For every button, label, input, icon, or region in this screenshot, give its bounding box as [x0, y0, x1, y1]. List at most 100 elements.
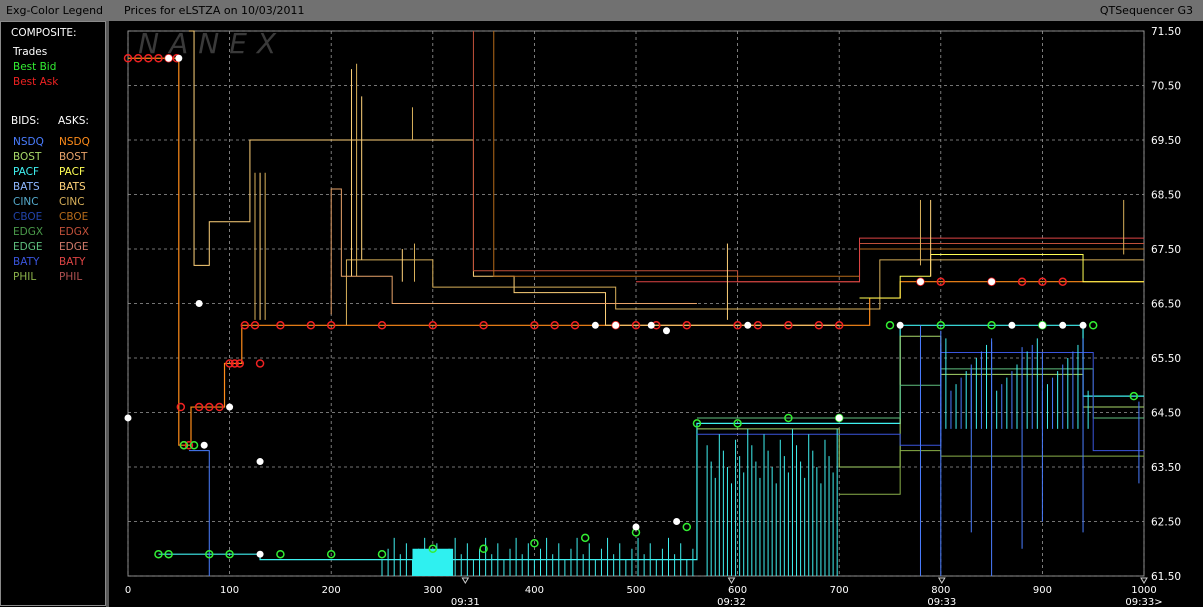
marker-trade	[256, 550, 264, 558]
y-tick-label: 62.50	[1151, 517, 1181, 529]
time-marker	[461, 577, 470, 584]
y-tick-label: 71.50	[1151, 26, 1181, 38]
legend-bid-cboe: CBOE	[13, 211, 43, 223]
legend-ask-baty: BATY	[59, 256, 86, 268]
time-tick-label: 09:31	[451, 597, 480, 607]
marker-trade	[200, 441, 208, 449]
exchange-color-legend: COMPOSITE: Trades Best Bid Best Ask BIDS: …	[0, 21, 106, 606]
marker-trade	[124, 414, 132, 422]
x-tick-label: 700	[830, 585, 849, 596]
time-tick-label: 09:33>	[1125, 597, 1162, 607]
marker-best-bid	[682, 522, 692, 532]
x-tick-label: 100	[220, 585, 239, 596]
y-tick-label: 68.50	[1151, 190, 1181, 202]
chart-canvas: NANEX 71.5070.5069.5068.5067.5066.5065.50…	[123, 26, 1181, 607]
time-tick-label: 09:32	[717, 597, 746, 607]
legend-bid-bats: BATS	[13, 181, 40, 193]
price-chart[interactable]: NANEX 71.50 70.50 69.50 68.50 67.50 66.50 65.50…	[109, 21, 1203, 607]
bid-line-pacf	[158, 324, 1144, 561]
marker-best-bid	[885, 321, 895, 330]
marker-trade	[1008, 321, 1016, 329]
y-tick-label: 66.50	[1151, 299, 1181, 311]
x-tick-label: 1000	[1131, 585, 1156, 596]
marker-trade	[988, 278, 996, 286]
ask-line-edgx	[472, 31, 1144, 283]
marker-trade	[896, 321, 904, 329]
marker-trade	[835, 414, 843, 422]
legend-ask-cinc: CINC	[59, 196, 85, 208]
marker-best-ask	[255, 359, 265, 368]
marker-trade	[1059, 321, 1067, 329]
legend-bid-baty: BATY	[13, 256, 40, 268]
legend-ask-bats: BATS	[59, 181, 86, 193]
marker-trade	[662, 327, 670, 335]
asks-header: ASKS:	[58, 115, 89, 127]
bid-line-nsdq	[188, 450, 210, 576]
legend-composite-trades: Trades	[13, 46, 48, 58]
x-tick-label: 500	[626, 585, 645, 596]
marker-trade	[175, 54, 183, 62]
chart-title: Prices for eLSTZA on 10/03/2011	[124, 4, 305, 17]
ask-line-cinc	[345, 259, 1144, 326]
marker-trade	[1079, 321, 1087, 329]
marker-best-bid	[377, 549, 387, 559]
legend-bid-bost: BOST	[13, 151, 42, 163]
marker-trade	[1038, 321, 1046, 329]
legend-ask-edgx: EDGX	[59, 226, 90, 238]
ask-line-bats	[188, 30, 840, 326]
marker-trade	[632, 523, 640, 531]
y-tick-label: 64.50	[1151, 408, 1181, 420]
x-tick-label: 600	[728, 585, 747, 596]
y-tick-label: 65.50	[1151, 353, 1181, 365]
marker-trade	[647, 321, 655, 329]
marker-best-bid	[276, 549, 285, 559]
marker-trade	[195, 300, 203, 307]
title-bar: Exg-Color Legend Prices for eLSTZA on 10…	[0, 0, 1203, 21]
time-marker	[937, 577, 946, 584]
ask-line-bost	[330, 188, 697, 315]
legend-title: Exg-Color Legend	[6, 4, 104, 17]
x-tick-label: 200	[322, 585, 341, 596]
composite-header: COMPOSITE:	[11, 27, 77, 39]
ask-line-cboe	[493, 31, 1144, 277]
marker-trade	[591, 321, 599, 329]
legend-bid-pacf: PACF	[13, 166, 40, 178]
legend-bid-phil: PHIL	[13, 271, 37, 283]
time-marker	[727, 577, 736, 584]
y-tick-label: 69.50	[1151, 135, 1181, 147]
y-tick-label: 61.50	[1151, 571, 1181, 583]
marker-trade	[673, 518, 681, 525]
legend-bid-edgx: EDGX	[13, 226, 44, 238]
marker-trade	[744, 321, 752, 329]
marker-best-bid	[1088, 321, 1098, 330]
legend-composite-best-bid: Best Bid	[13, 61, 57, 73]
legend-bid-edge: EDGE	[13, 241, 43, 253]
legend-ask-cboe: CBOE	[59, 211, 89, 223]
time-marker	[1140, 577, 1148, 584]
marker-trade	[612, 321, 620, 329]
x-tick-label: 800	[931, 585, 950, 596]
x-tick-label: 900	[1033, 585, 1052, 596]
marker-trade	[916, 278, 924, 286]
app-window: Exg-Color Legend Prices for eLSTZA on 10…	[0, 0, 1203, 607]
legend-ask-edge: EDGE	[59, 241, 89, 253]
legend-bid-nsdq: NSDQ	[13, 136, 44, 148]
y-tick-label: 70.50	[1151, 81, 1181, 93]
legend-ask-nsdq: NSDQ	[59, 136, 90, 148]
marker-trade	[256, 458, 264, 466]
legend-ask-phil: PHIL	[59, 271, 83, 283]
x-tick-label: 400	[525, 585, 544, 596]
app-name: QTSequencer G3	[1099, 4, 1193, 17]
x-tick-label: 300	[423, 585, 442, 596]
legend-composite-best-ask: Best Ask	[13, 76, 59, 88]
y-tick-label: 63.50	[1151, 462, 1181, 474]
marker-trade	[226, 403, 234, 411]
marker-trade	[165, 54, 173, 62]
legend-bid-cinc: CINC	[13, 196, 39, 208]
marker-best-bid	[580, 533, 590, 543]
time-tick-label: 09:33	[927, 597, 956, 607]
ask-line-pacf	[859, 253, 1144, 299]
y-tick-label: 67.50	[1151, 244, 1181, 256]
bids-header: BIDS:	[11, 115, 40, 127]
x-tick-label: 0	[125, 585, 131, 596]
